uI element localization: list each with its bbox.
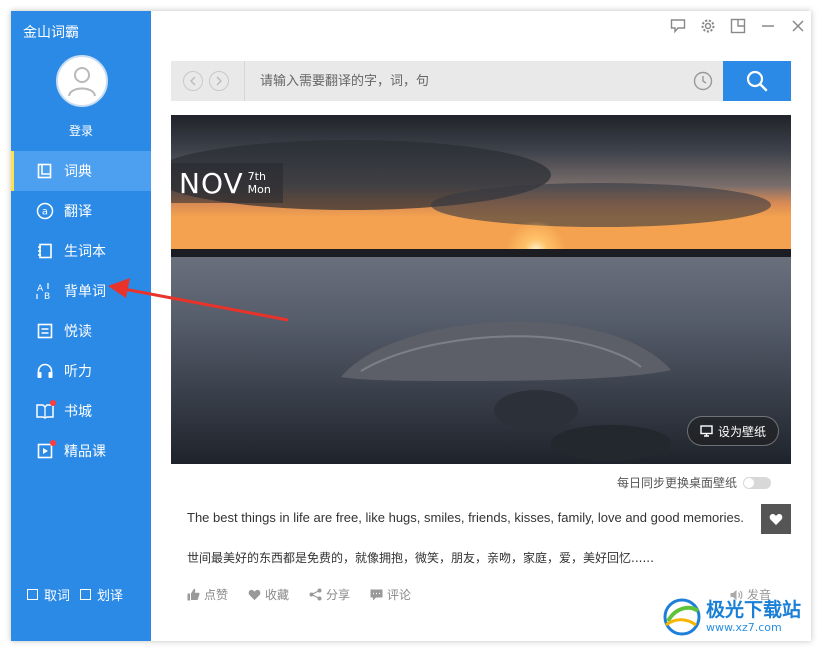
select-translate-checkbox[interactable] <box>80 589 92 600</box>
clock-icon <box>693 71 713 91</box>
feedback-icon <box>670 19 686 34</box>
chevron-left-icon <box>190 76 196 86</box>
sidebar-item-label: 翻译 <box>64 204 92 220</box>
sidebar-item-label: 背单词 <box>64 284 106 300</box>
gear-icon <box>701 19 715 33</box>
search-bar <box>171 61 791 101</box>
date-day: 7th <box>247 170 266 183</box>
quote-actions: 点赞 收藏 分享 评论 <box>187 586 411 603</box>
watermark-name: 极光下载站 <box>706 599 802 621</box>
sync-wallpaper-label: 每日同步更换桌面壁纸 <box>616 476 737 490</box>
sidebar-item-translate[interactable]: a 翻译 <box>11 191 151 231</box>
heart-icon <box>769 513 783 525</box>
comment-button[interactable]: 评论 <box>370 586 411 603</box>
set-wallpaper-label: 设为壁纸 <box>717 424 766 439</box>
sync-wallpaper-row: 每日同步更换桌面壁纸 <box>617 474 771 491</box>
like-label: 点赞 <box>204 588 229 602</box>
layout-icon <box>730 18 746 34</box>
date-badge: NOV 7th Mon <box>171 163 283 203</box>
daily-quote-chinese: 世间最美好的东西都是免费的，就像拥抱，微笑，朋友，亲吻，家庭，爱，美好回忆...… <box>187 551 654 565</box>
collect-button[interactable]: 收藏 <box>248 586 289 603</box>
thumbs-up-icon <box>187 588 200 601</box>
collect-label: 收藏 <box>265 588 290 602</box>
pick-word-checkbox[interactable] <box>27 589 38 600</box>
notification-dot <box>50 440 56 446</box>
sidebar-item-label: 悦读 <box>64 324 92 340</box>
daily-quote-english: The best things in life are free, like h… <box>187 510 744 525</box>
bottom-options: 取词 划译 <box>27 585 123 604</box>
sidebar-item-wordbook[interactable]: 生词本 <box>11 231 151 271</box>
close-icon <box>792 20 804 32</box>
date-month: NOV <box>179 166 244 200</box>
heart-icon <box>248 589 261 600</box>
like-button[interactable]: 点赞 <box>187 586 228 603</box>
comment-icon <box>370 589 383 600</box>
pick-word-label: 取词 <box>44 589 71 604</box>
sync-wallpaper-toggle[interactable] <box>743 476 771 489</box>
minimize-icon <box>762 25 774 27</box>
bookstore-icon <box>36 400 56 420</box>
vocab-icon: AB <box>36 282 54 300</box>
share-icon <box>309 588 322 601</box>
monitor-icon <box>700 425 713 437</box>
sidebar-item-reading[interactable]: 悦读 <box>11 311 151 351</box>
forward-button[interactable] <box>209 71 229 91</box>
comment-label: 评论 <box>387 588 412 602</box>
watermark-text: 极光下载站 www.xz7.com <box>706 599 802 634</box>
search-icon <box>746 70 768 92</box>
sidebar-item-label: 书城 <box>64 404 92 420</box>
feedback-button[interactable] <box>669 17 687 35</box>
select-translate-label: 划译 <box>97 589 124 604</box>
close-button[interactable] <box>789 17 807 35</box>
sidebar-item-label: 词典 <box>64 164 92 180</box>
headphones-icon <box>36 362 54 380</box>
svg-text:B: B <box>44 292 50 300</box>
set-wallpaper-button[interactable]: 设为壁纸 <box>686 416 779 446</box>
settings-button[interactable] <box>699 17 717 35</box>
share-label: 分享 <box>326 588 351 602</box>
sidebar-item-listening[interactable]: 听力 <box>11 351 151 391</box>
notification-dot <box>50 400 56 406</box>
minimize-button[interactable] <box>759 17 777 35</box>
notebook-icon <box>36 242 54 260</box>
sidebar-item-label: 生词本 <box>64 244 106 260</box>
app-window: 金山词霸 登录 词典 a 翻译 生词本 A B 背单词 悦读 听力 书城 精品课… <box>11 11 811 641</box>
back-button[interactable] <box>183 71 203 91</box>
chevron-right-icon <box>216 76 222 86</box>
svg-text:a: a <box>42 207 48 218</box>
favorite-button[interactable] <box>761 504 791 534</box>
search-input[interactable] <box>245 61 683 101</box>
search-button[interactable] <box>723 61 791 101</box>
login-link[interactable]: 登录 <box>11 122 151 139</box>
history-button[interactable] <box>683 61 723 101</box>
sidebar-item-dictionary[interactable]: 词典 <box>11 151 151 191</box>
watermark: 极光下载站 www.xz7.com <box>662 597 801 637</box>
mini-mode-button[interactable] <box>729 17 747 35</box>
sidebar-item-vocabulary[interactable]: AB 背单词 <box>11 271 151 311</box>
course-icon <box>36 440 56 460</box>
share-button[interactable]: 分享 <box>309 586 350 603</box>
book-icon <box>36 162 54 180</box>
reading-icon <box>36 322 54 340</box>
sidebar-item-bookstore[interactable]: 书城 <box>11 391 151 431</box>
svg-text:A: A <box>37 284 44 294</box>
select-translate-toggle[interactable]: 划译 <box>80 585 123 604</box>
user-icon <box>68 67 96 97</box>
sidebar-nav: 词典 a 翻译 生词本 AB 背单词 悦读 听力 书城 精品课 <box>11 151 151 471</box>
daily-wallpaper: NOV 7th Mon 设为壁纸 <box>171 115 791 464</box>
aurora-logo-icon <box>663 598 701 636</box>
sidebar-item-label: 听力 <box>64 364 92 380</box>
pick-word-toggle[interactable]: 取词 <box>27 585 70 604</box>
watermark-url: www.xz7.com <box>706 621 782 634</box>
date-sub: 7th Mon <box>248 170 271 196</box>
date-weekday: Mon <box>247 183 271 196</box>
avatar[interactable] <box>56 55 108 107</box>
sidebar-item-courses[interactable]: 精品课 <box>11 431 151 471</box>
window-controls <box>669 17 807 35</box>
translate-icon: a <box>36 202 54 220</box>
history-nav <box>171 61 245 101</box>
app-title: 金山词霸 <box>23 25 79 41</box>
sidebar: 金山词霸 登录 词典 a 翻译 生词本 A B 背单词 悦读 听力 书城 精品课… <box>11 11 151 641</box>
sidebar-item-label: 精品课 <box>64 444 106 460</box>
